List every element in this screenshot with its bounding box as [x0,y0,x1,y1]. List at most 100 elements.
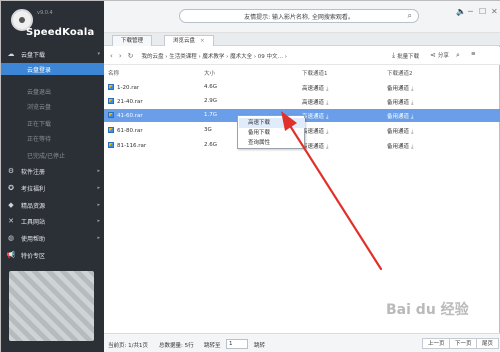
sidebar-section-resources[interactable]: ◆ 精品资源 ▸ [1,199,104,211]
channel-label: 高速通道 [302,86,325,92]
sidebar-section-tools[interactable]: ✕ 工具网站 ▸ [1,215,104,227]
next-page-button[interactable]: 下一页 [449,338,478,349]
volume-icon[interactable]: 🔈 [456,7,466,16]
sidebar-section-label: 使用帮助 [21,235,46,243]
sidebar-item-browse-cloud[interactable]: 浏览云盘 [1,100,104,112]
sidebar-item-downloading[interactable]: 正在下载 [1,117,104,129]
pagination-bar: 当前页: 1/共1页 总数据量: 5行 跳转至 1 跳转 上一页 下一页 尾页 [104,333,500,352]
sidebar-section-label: 工具网站 [21,218,46,226]
column-channel2[interactable]: 下载通道2 [387,69,413,77]
sidebar-section-label: 考拉福利 [21,185,46,193]
tab-bar: 下载管理 浏览云盘 × [104,33,500,46]
jump-button[interactable]: 跳转 [254,341,265,349]
file-size: 2.6G [204,142,218,148]
breadcrumb[interactable]: 我的云盘 › 生活类课程 › 魔术教学 › 魔术大全 › 09 中文… › [142,52,287,60]
tab-label: 下载管理 [121,38,144,44]
sidebar-section-special-offers[interactable]: 📢 特价专区 [1,249,104,261]
search-hint: 友情提示: 输入影片名称, 全网搜索观看。 [244,13,354,21]
tab-download-manager[interactable]: 下载管理 [112,35,153,46]
channel-label: 备用通道 [387,100,410,106]
chevron-right-icon: ▸ [97,168,100,174]
rar-file-icon [108,127,114,133]
chevron-right-icon: ▸ [97,185,100,191]
download-icon: ⤓ [411,100,414,106]
batch-download-button[interactable]: ⤓ 批量下载 [392,51,419,60]
promo-image[interactable] [9,271,94,341]
help-icon: ◍ [7,234,15,242]
sidebar-item-cloud-login[interactable]: 云盘登录 [1,63,104,75]
channel2-link[interactable]: 备用通道 ⤓ [387,98,413,107]
channel1-link[interactable]: 高速通道 ⤓ [302,98,328,107]
table-row[interactable]: 21-40.rar 2.9G 高速通道 ⤓ 备用通道 ⤓ [104,95,500,108]
rar-file-icon [108,84,114,90]
download-icon: ⤓ [326,100,329,106]
sidebar-section-label: 云盘下载 [21,51,46,59]
channel-label: 备用通道 [387,86,410,92]
maximize-button[interactable]: ☐ [479,7,486,16]
sidebar-item-waiting[interactable]: 正在等待 [1,132,104,144]
chevron-down-icon: ▾ [97,51,100,57]
chevron-right-icon: ▸ [97,202,100,208]
gear-icon: ⚙ [7,167,15,175]
jump-to-label: 跳转至 [204,343,221,349]
diamond-icon: ◆ [8,201,14,209]
last-page-button[interactable]: 尾页 [476,338,500,349]
tab-label: 浏览云盘 [173,38,196,44]
tab-browse-cloud[interactable]: 浏览云盘 × [164,35,214,46]
app-version: v9.0.4 [37,10,53,16]
app-window: v9.0.4 SpeedKoala ☁ 云盘下载 ▾ 云盘登录 云盘退出 浏览云… [0,0,500,352]
share-icon: ⋖ [430,51,436,59]
download-icon: ⤓ [326,86,329,92]
menu-icon[interactable]: ≡ [471,51,476,57]
toolbar: ‹ › ↻ 我的云盘 › 生活类课程 › 魔术教学 › 魔术大全 › 09 中文… [104,47,500,65]
sidebar-item-finished[interactable]: 已完成/已停止 [1,149,104,161]
back-icon[interactable]: ‹ [110,52,113,60]
watermark-text: Bai du 经验 [386,302,469,318]
column-name[interactable]: 名称 [108,69,119,77]
table-row[interactable]: 1-20.rar 4.6G 高速通道 ⤓ 备用通道 ⤓ [104,81,500,94]
batch-download-label: 批量下载 [397,53,420,60]
file-size: 3G [204,127,212,133]
file-size: 1.7G [204,112,218,118]
sidebar-section-label: 精品资源 [21,202,46,210]
search-icon[interactable]: ⌕ [408,12,412,20]
magnifier-glyph: ⌕ [456,51,460,59]
file-name: 21-40.rar [117,99,143,105]
file-name: 81-116.rar [117,143,147,149]
search-icon[interactable]: ⌕ [456,51,462,60]
brand-area: v9.0.4 SpeedKoala [1,1,104,46]
current-page: 当前页: 1/共1页 [108,343,148,349]
megaphone-icon: 📢 [6,251,16,259]
prev-page-button[interactable]: 上一页 [422,338,451,349]
top-bar: 友情提示: 输入影片名称, 全网搜索观看。 ⌕ 🔈 ─ ☐ ✕ [104,1,500,33]
forward-icon[interactable]: › [119,52,122,60]
cloud-icon: ☁ [7,50,15,58]
sidebar-section-register[interactable]: ⚙ 软件注册 ▸ [1,165,104,177]
search-box[interactable]: 友情提示: 输入影片名称, 全网搜索观看。 ⌕ [179,9,419,23]
minimize-button[interactable]: ─ [468,7,473,16]
rar-file-icon [108,112,114,118]
watermark: Bai du 经验 [386,299,469,319]
sidebar-section-welfare[interactable]: ✪ 考拉福利 ▸ [1,182,104,194]
app-name: SpeedKoala [26,27,95,38]
sidebar-section-label: 软件注册 [21,168,46,176]
arrow-head [281,111,297,131]
tools-icon: ✕ [8,217,14,225]
annotation-arrow [281,111,383,271]
sidebar-section-help[interactable]: ◍ 使用帮助 ▸ [1,232,104,244]
share-button[interactable]: ⋖ 分享 [430,51,449,59]
file-name: 61-80.rar [117,128,143,134]
sidebar-item-cloud-logout[interactable]: 云盘退出 [1,85,104,97]
channel2-link[interactable]: 备用通道 ⤓ [387,84,413,93]
channel1-link[interactable]: 高速通道 ⤓ [302,84,328,93]
tab-close-icon[interactable]: × [200,38,205,44]
channel-label: 高速通道 [302,100,325,106]
sidebar-section-cloud-download[interactable]: ☁ 云盘下载 ▾ [1,48,104,60]
arrow-shaft [285,119,383,271]
page-number-input[interactable]: 1 [226,339,248,349]
refresh-icon[interactable]: ↻ [128,52,134,60]
column-channel1[interactable]: 下载通道1 [302,69,328,77]
close-button[interactable]: ✕ [491,7,498,16]
table-header: 名称 大小 下载通道1 下载通道2 [104,68,500,78]
column-size[interactable]: 大小 [204,69,215,77]
